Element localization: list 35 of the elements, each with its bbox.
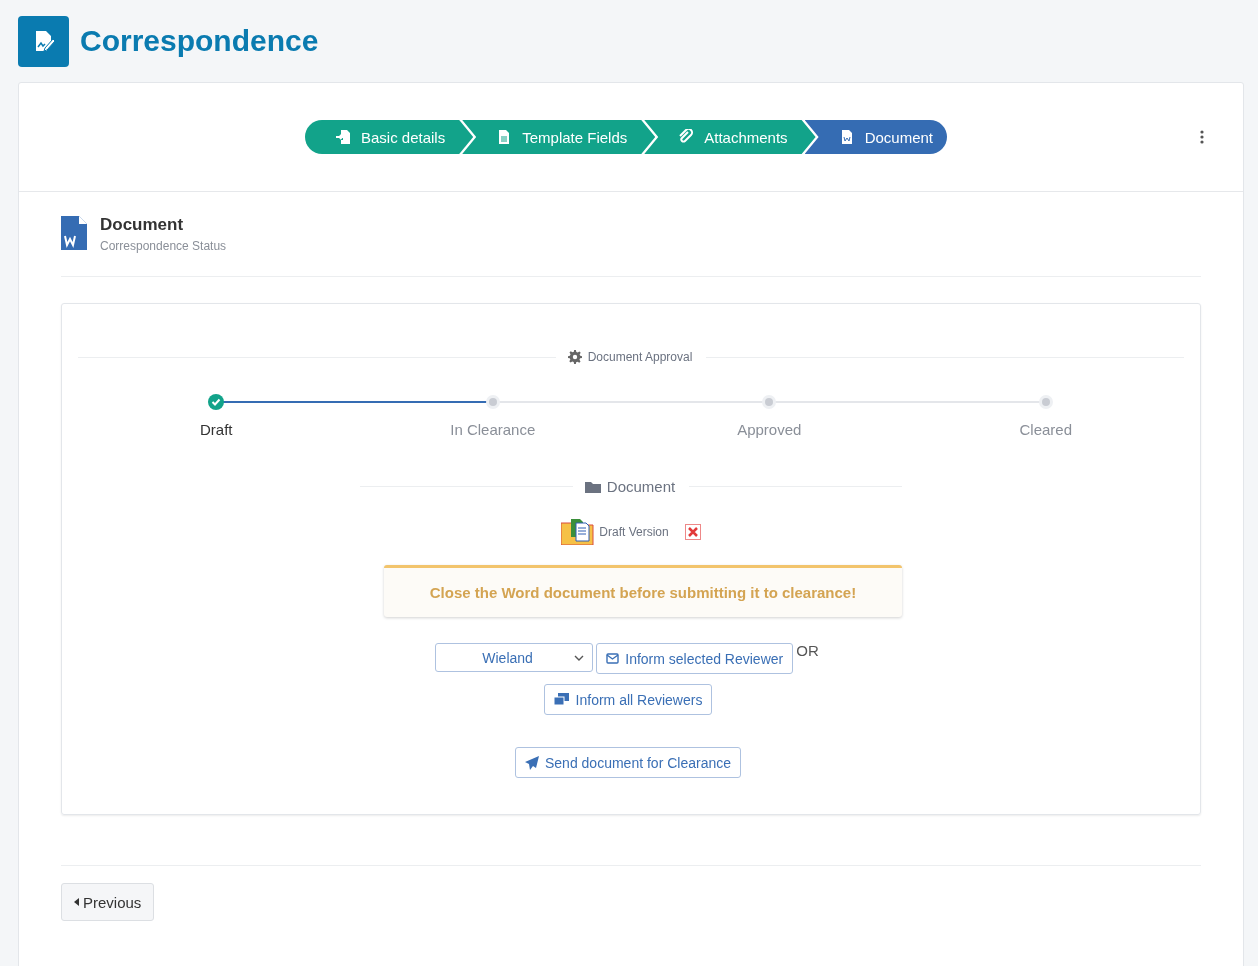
app-logo-icon <box>18 15 69 67</box>
gear-icon <box>567 350 582 364</box>
envelopes-icon <box>553 693 570 706</box>
or-label: OR <box>796 642 819 659</box>
inform-all-button[interactable]: Inform all Reviewers <box>543 684 713 715</box>
wizard-step-tab[interactable]: Attachments <box>644 120 816 154</box>
page-title: Correspondence <box>80 24 319 58</box>
paperclip-icon <box>678 129 695 145</box>
inform-selected-button[interactable]: Inform selected Reviewer <box>596 643 794 674</box>
step-label: Draft <box>200 421 233 438</box>
envelope-icon <box>606 653 620 664</box>
step-label: Approved <box>737 421 802 438</box>
file-link[interactable]: Draft Version <box>599 525 669 539</box>
wizard-step-tab[interactable]: Document <box>804 120 947 154</box>
step-label: In Clearance <box>450 421 536 438</box>
delete-icon[interactable] <box>684 524 701 540</box>
caret-left-icon <box>74 898 79 906</box>
divider-label: Document <box>606 478 676 495</box>
section-title: Document <box>100 215 185 235</box>
chevron-down-icon <box>574 654 585 661</box>
step-label: Cleared <box>1019 421 1072 438</box>
reviewer-select[interactable]: Wieland <box>435 643 594 672</box>
divider-label: Document Approval <box>587 350 693 364</box>
previous-button[interactable]: Previous <box>61 883 155 921</box>
paper-plane-icon <box>525 755 539 770</box>
wizard-step-tab[interactable]: Basic details <box>305 120 474 154</box>
warning-alert: Close the Word document before submitting it to clearance! <box>384 565 902 617</box>
wizard-step-tab[interactable]: Template Fields <box>462 120 656 154</box>
word-document-icon <box>61 216 87 250</box>
sign-in-icon <box>335 129 351 145</box>
send-for-clearance-button[interactable]: Send document for Clearance <box>515 747 741 778</box>
document-folder-icon <box>561 519 596 545</box>
folder-icon <box>584 480 601 493</box>
section-subtitle: Correspondence Status <box>100 239 227 253</box>
more-options-icon[interactable] <box>1199 129 1205 145</box>
